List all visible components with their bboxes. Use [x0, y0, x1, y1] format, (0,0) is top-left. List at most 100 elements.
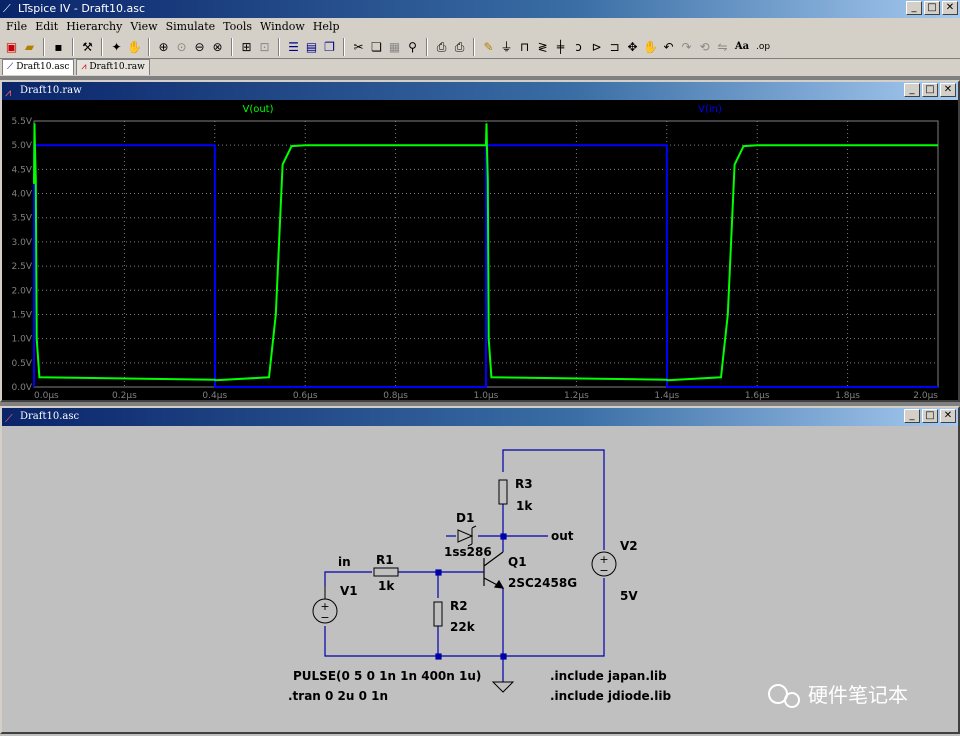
print-setup-icon[interactable]: ⎙: [434, 39, 449, 55]
maximize-button[interactable]: □: [924, 1, 940, 15]
zoom-in-icon[interactable]: ⊕: [156, 39, 171, 55]
control-panel-icon[interactable]: ⚒: [80, 39, 95, 55]
new-schematic-icon[interactable]: ▣: [4, 39, 19, 55]
menu-edit[interactable]: Edit: [31, 18, 62, 35]
redo-icon[interactable]: ↷: [679, 39, 694, 55]
plot-traces: [33, 123, 938, 388]
drag-icon[interactable]: ✋: [643, 39, 658, 55]
zoom-pan-icon[interactable]: ⊙: [174, 39, 189, 55]
schematic-icon: ⟋: [7, 62, 14, 72]
menu-view[interactable]: View: [126, 18, 161, 35]
v2-value: 5V: [620, 589, 638, 603]
diode-d1[interactable]: [457, 525, 477, 547]
inductor-icon[interactable]: ↄ: [571, 39, 586, 55]
x-tick-label: 1.0µs: [474, 391, 499, 400]
include-directive-2[interactable]: .include jdiode.lib: [550, 689, 671, 703]
tab-waveform[interactable]: ⩘ Draft10.raw: [76, 59, 150, 75]
schematic-drawing[interactable]: + − + − in out V1 R1 1k R2 22k R3 1k D1 …: [2, 426, 958, 732]
resistor-r3[interactable]: [498, 479, 508, 505]
close-button[interactable]: ✕: [942, 1, 958, 15]
menu-window[interactable]: Window: [256, 18, 309, 35]
component-icon[interactable]: ⊐: [607, 39, 622, 55]
paste-icon[interactable]: ▦: [387, 39, 402, 55]
wire-icon[interactable]: ✎: [481, 39, 496, 55]
cut-icon[interactable]: ✂: [351, 39, 366, 55]
x-tick-label: 0.4µs: [202, 391, 227, 400]
schematic-canvas[interactable]: + − + − in out V1 R1 1k R2 22k R3 1k D1 …: [2, 426, 958, 732]
toolbar-separator: [278, 37, 280, 56]
move-icon[interactable]: ✥: [625, 39, 640, 55]
close-button[interactable]: ✕: [940, 83, 956, 97]
schematic-window-title-bar[interactable]: ⟋ Draft10.asc _ □ ✕: [2, 408, 958, 426]
waveform-plot[interactable]: 0.0V 0.5V 1.0V 1.5V 2.0V 2.5V 3.0V 3.5V 4.0V 4.5V…: [2, 100, 958, 401]
tab-schematic[interactable]: ⟋ Draft10.asc: [2, 59, 75, 75]
open-icon[interactable]: ▰: [22, 39, 37, 55]
x-axis-ticks: 0.0µs 0.2µs 0.4µs 0.6µs 0.8µs 1.0µs 1.2µs 1.4µs…: [34, 391, 938, 401]
text-icon[interactable]: Aa: [733, 39, 751, 55]
trace-label-vout[interactable]: V(out): [242, 104, 273, 115]
cascade-icon[interactable]: ❐: [322, 39, 337, 55]
halt-icon[interactable]: ✋: [127, 39, 142, 55]
print-icon[interactable]: ⎙: [452, 39, 467, 55]
voltage-source-v2[interactable]: + −: [591, 551, 617, 577]
tab-label: Draft10.asc: [16, 62, 70, 72]
resistor-r1[interactable]: [373, 567, 399, 577]
undo-icon[interactable]: ↶: [661, 39, 676, 55]
x-tick-label: 0.0µs: [34, 391, 59, 400]
resistor-icon[interactable]: ≷: [535, 39, 550, 55]
menu-hierarchy[interactable]: Hierarchy: [62, 18, 126, 35]
tran-directive[interactable]: .tran 0 2u 0 1n: [288, 689, 388, 703]
menu-file[interactable]: File: [2, 18, 31, 35]
menu-simulate[interactable]: Simulate: [162, 18, 220, 35]
ltspice-logo-icon: ⟋: [3, 2, 11, 15]
r1-ref: R1: [376, 553, 394, 567]
close-button[interactable]: ✕: [940, 409, 956, 423]
menu-help[interactable]: Help: [309, 18, 344, 35]
spice-directive-icon[interactable]: .op: [754, 39, 772, 55]
toolbar: ▣ ▰ ▪ ⚒ ✦ ✋ ⊕ ⊙ ⊖ ⊗ ⊞ ⊡ ☰ ▤ ❐ ✂ ❏ ▦ ⚲ ⎙ …: [0, 35, 960, 59]
y-tick-label: 5.0V: [12, 141, 33, 151]
zoom-fit-icon[interactable]: ⊡: [257, 39, 272, 55]
maximize-button[interactable]: □: [922, 83, 938, 97]
minimize-button[interactable]: _: [906, 1, 922, 15]
waveform-window: ⩘ Draft10.raw _ □ ✕ 0.0V 0.5V 1.0V 1.5V 2.0V…: [0, 80, 960, 402]
maximize-button[interactable]: □: [922, 409, 938, 423]
plot-pane[interactable]: 0.0V 0.5V 1.0V 1.5V 2.0V 2.5V 3.0V 3.5V 4.0V 4.5V…: [2, 100, 958, 401]
v2-ref: V2: [620, 539, 638, 553]
capacitor-icon[interactable]: ╪: [553, 39, 568, 55]
x-tick-label: 1.2µs: [564, 391, 589, 400]
ground-icon[interactable]: ⏚: [499, 39, 514, 55]
tile-horizontal-icon[interactable]: ▤: [304, 39, 319, 55]
voltage-source-v1[interactable]: + −: [312, 586, 338, 624]
resistor-r2[interactable]: [433, 601, 443, 627]
trace-label-vin[interactable]: V(in): [698, 104, 722, 115]
y-tick-label: 3.5V: [12, 214, 33, 224]
ground-symbol[interactable]: [491, 681, 515, 693]
watermark-text: 硬件笔记本: [808, 683, 908, 707]
pulse-directive[interactable]: PULSE(0 5 0 1n 1n 400n 1u): [293, 669, 481, 683]
diode-icon[interactable]: ⊳: [589, 39, 604, 55]
rotate-icon[interactable]: ⟲: [697, 39, 712, 55]
menu-tools[interactable]: Tools: [219, 18, 256, 35]
save-icon[interactable]: ▪: [51, 39, 66, 55]
autorange-icon[interactable]: ⊞: [239, 39, 254, 55]
net-label-in[interactable]: in: [338, 555, 351, 569]
run-icon[interactable]: ✦: [109, 39, 124, 55]
label-icon[interactable]: ⊓: [517, 39, 532, 55]
waveform-window-title-bar[interactable]: ⩘ Draft10.raw _ □ ✕: [2, 82, 958, 100]
app-title-bar: ⟋ LTspice IV - Draft10.asc _ □ ✕: [0, 0, 960, 18]
minimize-button[interactable]: _: [904, 83, 920, 97]
toolbar-separator: [231, 37, 233, 56]
copy-icon[interactable]: ❏: [369, 39, 384, 55]
x-tick-label: 0.2µs: [112, 391, 137, 400]
zoom-cancel-icon[interactable]: ⊗: [210, 39, 225, 55]
zoom-out-icon[interactable]: ⊖: [192, 39, 207, 55]
include-directive-1[interactable]: .include japan.lib: [550, 669, 667, 683]
minimize-button[interactable]: _: [904, 409, 920, 423]
net-label-out[interactable]: out: [551, 529, 574, 543]
y-tick-label: 0.5V: [12, 359, 33, 369]
mirror-icon[interactable]: ⇋: [715, 39, 730, 55]
tile-vertical-icon[interactable]: ☰: [286, 39, 301, 55]
find-icon[interactable]: ⚲: [405, 39, 420, 55]
y-tick-label: 1.5V: [12, 310, 33, 320]
